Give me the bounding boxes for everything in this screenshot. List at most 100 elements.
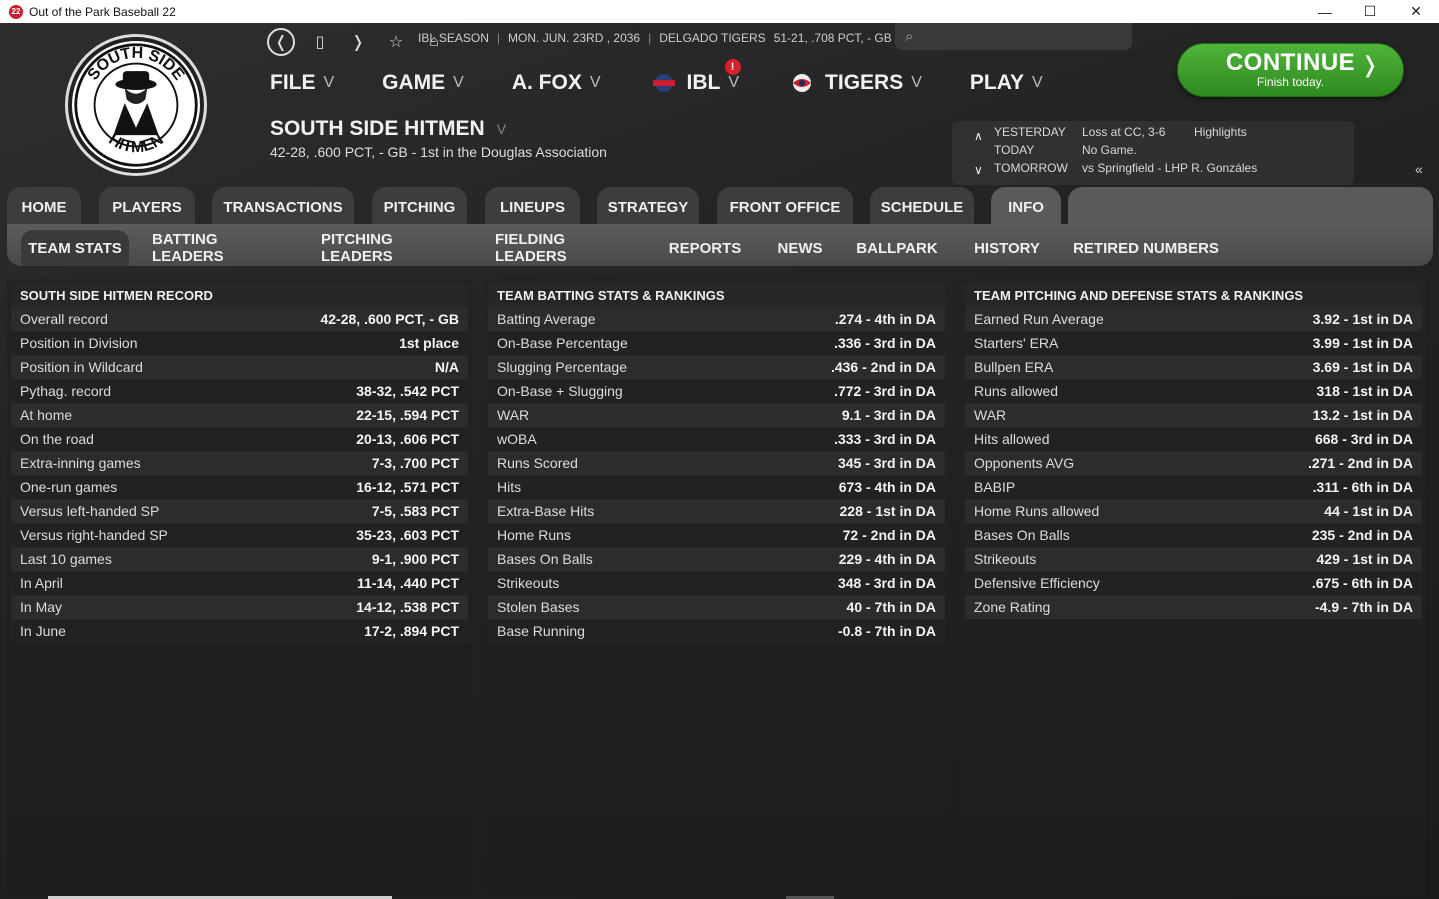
table-row: Strikeouts 348 - 3rd in DA — [488, 571, 945, 595]
stat-label: BABIP — [974, 479, 1016, 495]
table-row: On-Base Percentage .336 - 3rd in DA — [488, 331, 945, 355]
subtab-reports[interactable]: REPORTS — [663, 232, 747, 264]
tab-info[interactable]: INFO — [991, 187, 1061, 227]
stat-value: .274 - 4th in DA — [834, 311, 936, 327]
tab-transactions[interactable]: TRANSACTIONS — [212, 187, 354, 227]
stat-value: 38-32, .542 PCT — [356, 383, 459, 399]
notification-badge: ! — [724, 59, 741, 75]
table-row: Home Runs allowed 44 - 1st in DA — [965, 499, 1422, 523]
chevron-down-icon[interactable]: ∨ — [974, 163, 983, 177]
table-row: Base Running -0.8 - 7th in DA — [488, 619, 945, 643]
stat-label: Slugging Percentage — [497, 359, 627, 375]
table-row: On-Base + Slugging .772 - 3rd in DA — [488, 379, 945, 403]
panel-title: TEAM PITCHING AND DEFENSE STATS & RANKIN… — [965, 283, 1422, 307]
team-logo-graphic: SOUTH SIDE HITMEN — [74, 43, 198, 167]
stat-value: 3.99 - 1st in DA — [1312, 335, 1413, 351]
stat-label: Extra-inning games — [20, 455, 141, 471]
current-date: MON. JUN. 23RD , 2036 — [508, 31, 641, 45]
window-title: Out of the Park Baseball 22 — [29, 4, 176, 19]
tab-home[interactable]: HOME — [7, 187, 81, 227]
subtab-fielding-leaders[interactable]: FIELDING LEADERS — [495, 231, 637, 265]
table-row: Pythag. record 38-32, .542 PCT — [11, 379, 468, 403]
tab-schedule[interactable]: SCHEDULE — [870, 187, 974, 227]
stat-value: 40 - 7th in DA — [846, 599, 936, 615]
stat-label: Bases On Balls — [974, 527, 1070, 543]
tab-strategy[interactable]: STRATEGY — [597, 187, 699, 227]
stat-value: 35-23, .603 PCT — [356, 527, 459, 543]
stat-label: Position in Wildcard — [20, 359, 143, 375]
search-box[interactable]: ⌕ — [895, 23, 1132, 50]
team-title[interactable]: SOUTH SIDE HITMEN V — [270, 117, 506, 141]
table-row: In June 17-2, .894 PCT — [11, 619, 468, 643]
continue-button[interactable]: CONTINUE Finish today. ❭ — [1177, 43, 1404, 97]
tomorrow-game[interactable]: vs Springfield - LHP R. Gonzáles — [1082, 161, 1257, 175]
subtab-ballpark[interactable]: BALLPARK — [855, 232, 939, 264]
menu-play[interactable]: PLAY V — [970, 71, 1043, 95]
table-row: Starters' ERA 3.99 - 1st in DA — [965, 331, 1422, 355]
tab-front-office[interactable]: FRONT OFFICE — [717, 187, 853, 227]
subtab-pitching-leaders[interactable]: PITCHING LEADERS — [321, 231, 466, 265]
yesterday-label: YESTERDAY — [994, 125, 1066, 139]
chevron-down-icon: V — [728, 74, 740, 91]
menu-manager[interactable]: A. FOX V — [512, 71, 601, 95]
stat-value: 9.1 - 3rd in DA — [841, 407, 936, 423]
stat-label: Opponents AVG — [974, 455, 1075, 471]
chevron-up-icon[interactable]: ∧ — [974, 129, 983, 143]
stat-value: 235 - 2nd in DA — [1311, 527, 1413, 543]
today-result: No Game. — [1082, 143, 1137, 157]
maximize-button[interactable]: ☐ — [1347, 0, 1393, 23]
tab-lineups[interactable]: LINEUPS — [485, 187, 580, 227]
stat-label: WAR — [497, 407, 530, 423]
stat-value: 3.92 - 1st in DA — [1312, 311, 1413, 327]
stat-value: 228 - 1st in DA — [839, 503, 936, 519]
tab-players[interactable]: PLAYERS — [99, 187, 195, 227]
stat-label: On-Base Percentage — [497, 335, 628, 351]
close-button[interactable]: ✕ — [1393, 0, 1439, 23]
bookmark-icon[interactable]: ▯ — [307, 29, 333, 55]
stat-value: 72 - 2nd in DA — [842, 527, 936, 543]
forward-icon[interactable]: ❭ — [345, 29, 371, 55]
stat-label: On-Base + Slugging — [497, 383, 623, 399]
table-row: Defensive Efficiency .675 - 6th in DA — [965, 571, 1422, 595]
stat-value: 229 - 4th in DA — [838, 551, 936, 567]
table-row: Hits 673 - 4th in DA — [488, 475, 945, 499]
table-row: In April 11-14, .440 PCT — [11, 571, 468, 595]
chevron-down-icon: V — [911, 74, 922, 91]
collapse-icon[interactable]: « — [1415, 161, 1423, 177]
minimize-button[interactable]: — — [1302, 0, 1348, 23]
stat-label: Last 10 games — [20, 551, 112, 567]
team-name: SOUTH SIDE HITMEN — [270, 117, 485, 140]
team-logo[interactable]: SOUTH SIDE HITMEN — [68, 37, 204, 173]
menu-play-label: PLAY — [969, 71, 1024, 94]
stat-label: Versus right-handed SP — [20, 527, 168, 543]
subtab-team-stats[interactable]: TEAM STATS — [21, 230, 129, 266]
star-icon[interactable]: ☆ — [383, 29, 409, 55]
stat-value: 9-1, .900 PCT — [371, 551, 459, 567]
menu-team[interactable]: TIGERS V — [787, 71, 922, 95]
stat-value: .336 - 3rd in DA — [834, 335, 936, 351]
back-icon[interactable]: ❬ — [267, 28, 295, 56]
today-label: TODAY — [994, 143, 1035, 157]
search-input[interactable] — [921, 29, 1112, 44]
table-row: Stolen Bases 40 - 7th in DA — [488, 595, 945, 619]
stat-value: 22-15, .594 PCT — [356, 407, 459, 423]
menu-league[interactable]: IBL V ! — [649, 59, 741, 95]
menu-game[interactable]: GAME V — [382, 71, 464, 95]
subtab-batting-leaders[interactable]: BATTING LEADERS — [152, 231, 292, 265]
subtab-retired-numbers[interactable]: RETIRED NUMBERS — [1073, 232, 1219, 264]
tomorrow-row: TOMORROW vs Springfield - LHP R. Gonzále… — [994, 161, 1257, 175]
table-row: Last 10 games 9-1, .900 PCT — [11, 547, 468, 571]
window-titlebar: 22 Out of the Park Baseball 22 — ☐ ✕ — [0, 0, 1439, 23]
subtab-news[interactable]: NEWS — [773, 232, 827, 264]
team-summary: 42-28, .600 PCT, - GB - 1st in the Dougl… — [270, 144, 607, 160]
menu-file[interactable]: FILE V — [270, 71, 334, 95]
highlights-link[interactable]: Highlights — [1194, 125, 1247, 139]
subtab-history[interactable]: HISTORY — [969, 232, 1045, 264]
pitching-rows: Earned Run Average 3.92 - 1st in DA Start… — [965, 307, 1422, 619]
chevron-down-icon: V — [453, 74, 464, 91]
stat-value: 318 - 1st in DA — [1316, 383, 1413, 399]
stat-label: Position in Division — [20, 335, 138, 351]
tab-pitching[interactable]: PITCHING — [372, 187, 467, 227]
stat-label: Hits allowed — [974, 431, 1050, 447]
status-line: IBL SEASON | MON. JUN. 23RD , 2036 | DEL… — [418, 31, 918, 45]
